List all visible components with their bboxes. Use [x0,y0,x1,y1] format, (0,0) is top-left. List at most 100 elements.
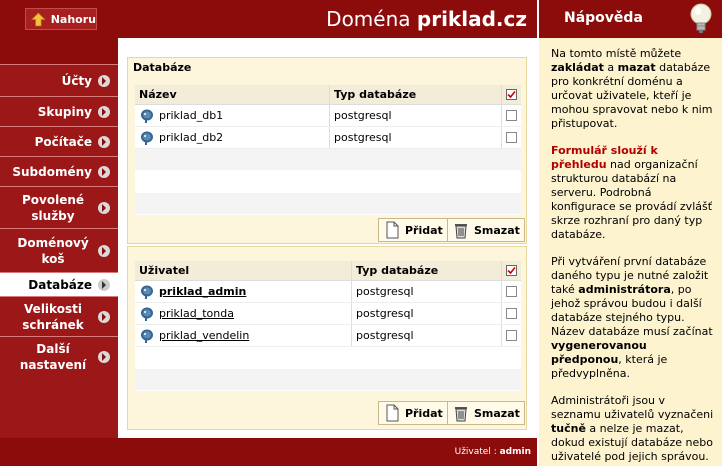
sidebar-item-label: Subdomény [12,164,92,179]
add-database-button[interactable]: Přidat [378,218,448,242]
col-name-header: Název [139,88,177,101]
logged-in-user: Uživatel : admin [454,447,531,457]
database-name: priklad_db2 [159,131,224,144]
empty-row [135,193,521,215]
col-type-header: Typ databáze [329,85,501,104]
database-type: postgresql [329,105,501,126]
col-user-header: Uživatel [139,264,190,277]
help-paragraph: Administrátoři jsou v seznamu uživatelů … [551,394,714,463]
users-panel: Uživatel Typ databáze priklad_admin post… [127,246,527,430]
table-header: Název Typ databáze [135,85,521,105]
help-panel: Na tomto místě můžete zakládat a mazat d… [537,38,722,466]
table-row: priklad_db2 postgresql [135,127,521,149]
checkmark-icon [507,266,516,275]
user-db-type: postgresql [351,325,501,346]
light-bulb-icon [690,3,712,33]
help-title: Nápověda [564,10,643,26]
page-title: Doména priklad.cz [326,7,527,31]
empty-row [135,347,521,369]
sidebar-item-databases[interactable]: Databáze [0,272,118,296]
sidebar-item-mailbox-sizes[interactable]: Velikosti schránek [0,296,118,336]
delete-user-label: Smazat [474,406,520,420]
empty-row [135,171,521,193]
up-button-label: Nahoru [50,12,96,26]
table-row: priklad_tonda postgresql [135,303,521,325]
chevron-right-icon [98,165,110,178]
user-link[interactable]: priklad_tonda [159,307,234,320]
domain-name: priklad.cz [416,7,527,31]
database-name: priklad_db1 [159,109,224,122]
databases-panel-title: Databáze [133,61,192,74]
user-link[interactable]: priklad_vendelin [159,329,249,342]
postgresql-elephant-icon [141,329,153,343]
chevron-right-icon [98,201,110,214]
user-db-type: postgresql [351,303,501,324]
sidebar-item-other-settings[interactable]: Další nastavení [0,336,118,376]
sidebar-item-label: Databáze [28,277,92,292]
sidebar: Účty Skupiny Počítače Subdomény Povolené… [0,38,118,438]
checkmark-icon [507,90,516,99]
databases-table: Název Typ databáze priklad_db1 postgresq… [135,85,521,215]
delete-user-button[interactable]: Smazat [447,401,525,425]
new-document-icon [386,404,399,422]
delete-database-button[interactable]: Smazat [447,218,525,242]
sidebar-item-label: Skupiny [37,104,92,119]
add-user-button[interactable]: Přidat [378,401,448,425]
row-checkbox[interactable] [506,110,517,121]
help-paragraph: Na tomto místě můžete zakládat a mazat d… [551,47,713,130]
databases-panel: Databáze Název Typ databáze priklad_db1 … [127,57,527,244]
row-checkbox[interactable] [506,330,517,341]
sidebar-item-label: Účty [61,73,92,88]
chevron-right-icon [98,135,110,148]
sidebar-item-label: Povolené služby [21,192,85,223]
sidebar-item-groups[interactable]: Skupiny [0,96,118,126]
header-bar: Nahoru Doména priklad.cz [0,0,537,38]
select-all-checkbox[interactable] [506,265,517,276]
postgresql-elephant-icon [141,307,153,321]
sidebar-item-domain-trash[interactable]: Doménový koš [0,228,118,272]
select-all-checkbox[interactable] [506,89,517,100]
sidebar-item-label: Další nastavení [19,341,87,372]
empty-row [135,149,521,171]
sidebar-top-strip [0,38,118,64]
sidebar-item-accounts[interactable]: Účty [0,64,118,96]
sidebar-item-label: Velikosti schránek [22,301,84,332]
chevron-right-icon [98,105,110,118]
main-content: Databáze Název Typ databáze priklad_db1 … [118,38,537,438]
chevron-right-icon [98,350,110,363]
table-header: Uživatel Typ databáze [135,261,521,281]
row-checkbox[interactable] [506,308,517,319]
add-database-label: Přidat [405,223,443,237]
user-db-type: postgresql [351,281,501,302]
postgresql-elephant-icon [141,131,153,145]
user-link-admin[interactable]: priklad_admin [159,285,246,298]
chevron-right-icon [98,74,110,87]
select-all-cell [501,85,521,104]
sidebar-item-label: Doménový koš [17,235,89,266]
delete-database-label: Smazat [474,223,520,237]
chevron-right-icon [98,278,110,291]
arrow-up-icon [31,12,46,26]
empty-row [135,369,521,391]
database-type: postgresql [329,127,501,148]
row-checkbox[interactable] [506,286,517,297]
up-button[interactable]: Nahoru [25,8,97,30]
table-row: priklad_admin postgresql [135,281,521,303]
footer-bar: Uživatel : admin [0,438,537,466]
trash-can-icon [455,407,467,422]
trash-can-icon [455,224,467,239]
postgresql-elephant-icon [141,285,153,299]
row-checkbox[interactable] [506,132,517,143]
add-user-label: Přidat [405,406,443,420]
sidebar-item-computers[interactable]: Počítače [0,126,118,156]
sidebar-item-subdomains[interactable]: Subdomény [0,156,118,186]
new-document-icon [386,221,399,239]
col-type-header: Typ databáze [351,261,501,280]
chevron-right-icon [98,310,110,323]
table-row: priklad_vendelin postgresql [135,325,521,347]
sidebar-item-label: Počítače [34,134,92,149]
help-paragraph: Při vytváření první databáze daného typu… [551,255,713,380]
sidebar-item-allowed-services[interactable]: Povolené služby [0,186,118,228]
table-row: priklad_db1 postgresql [135,105,521,127]
help-header: Nápověda [537,0,722,38]
